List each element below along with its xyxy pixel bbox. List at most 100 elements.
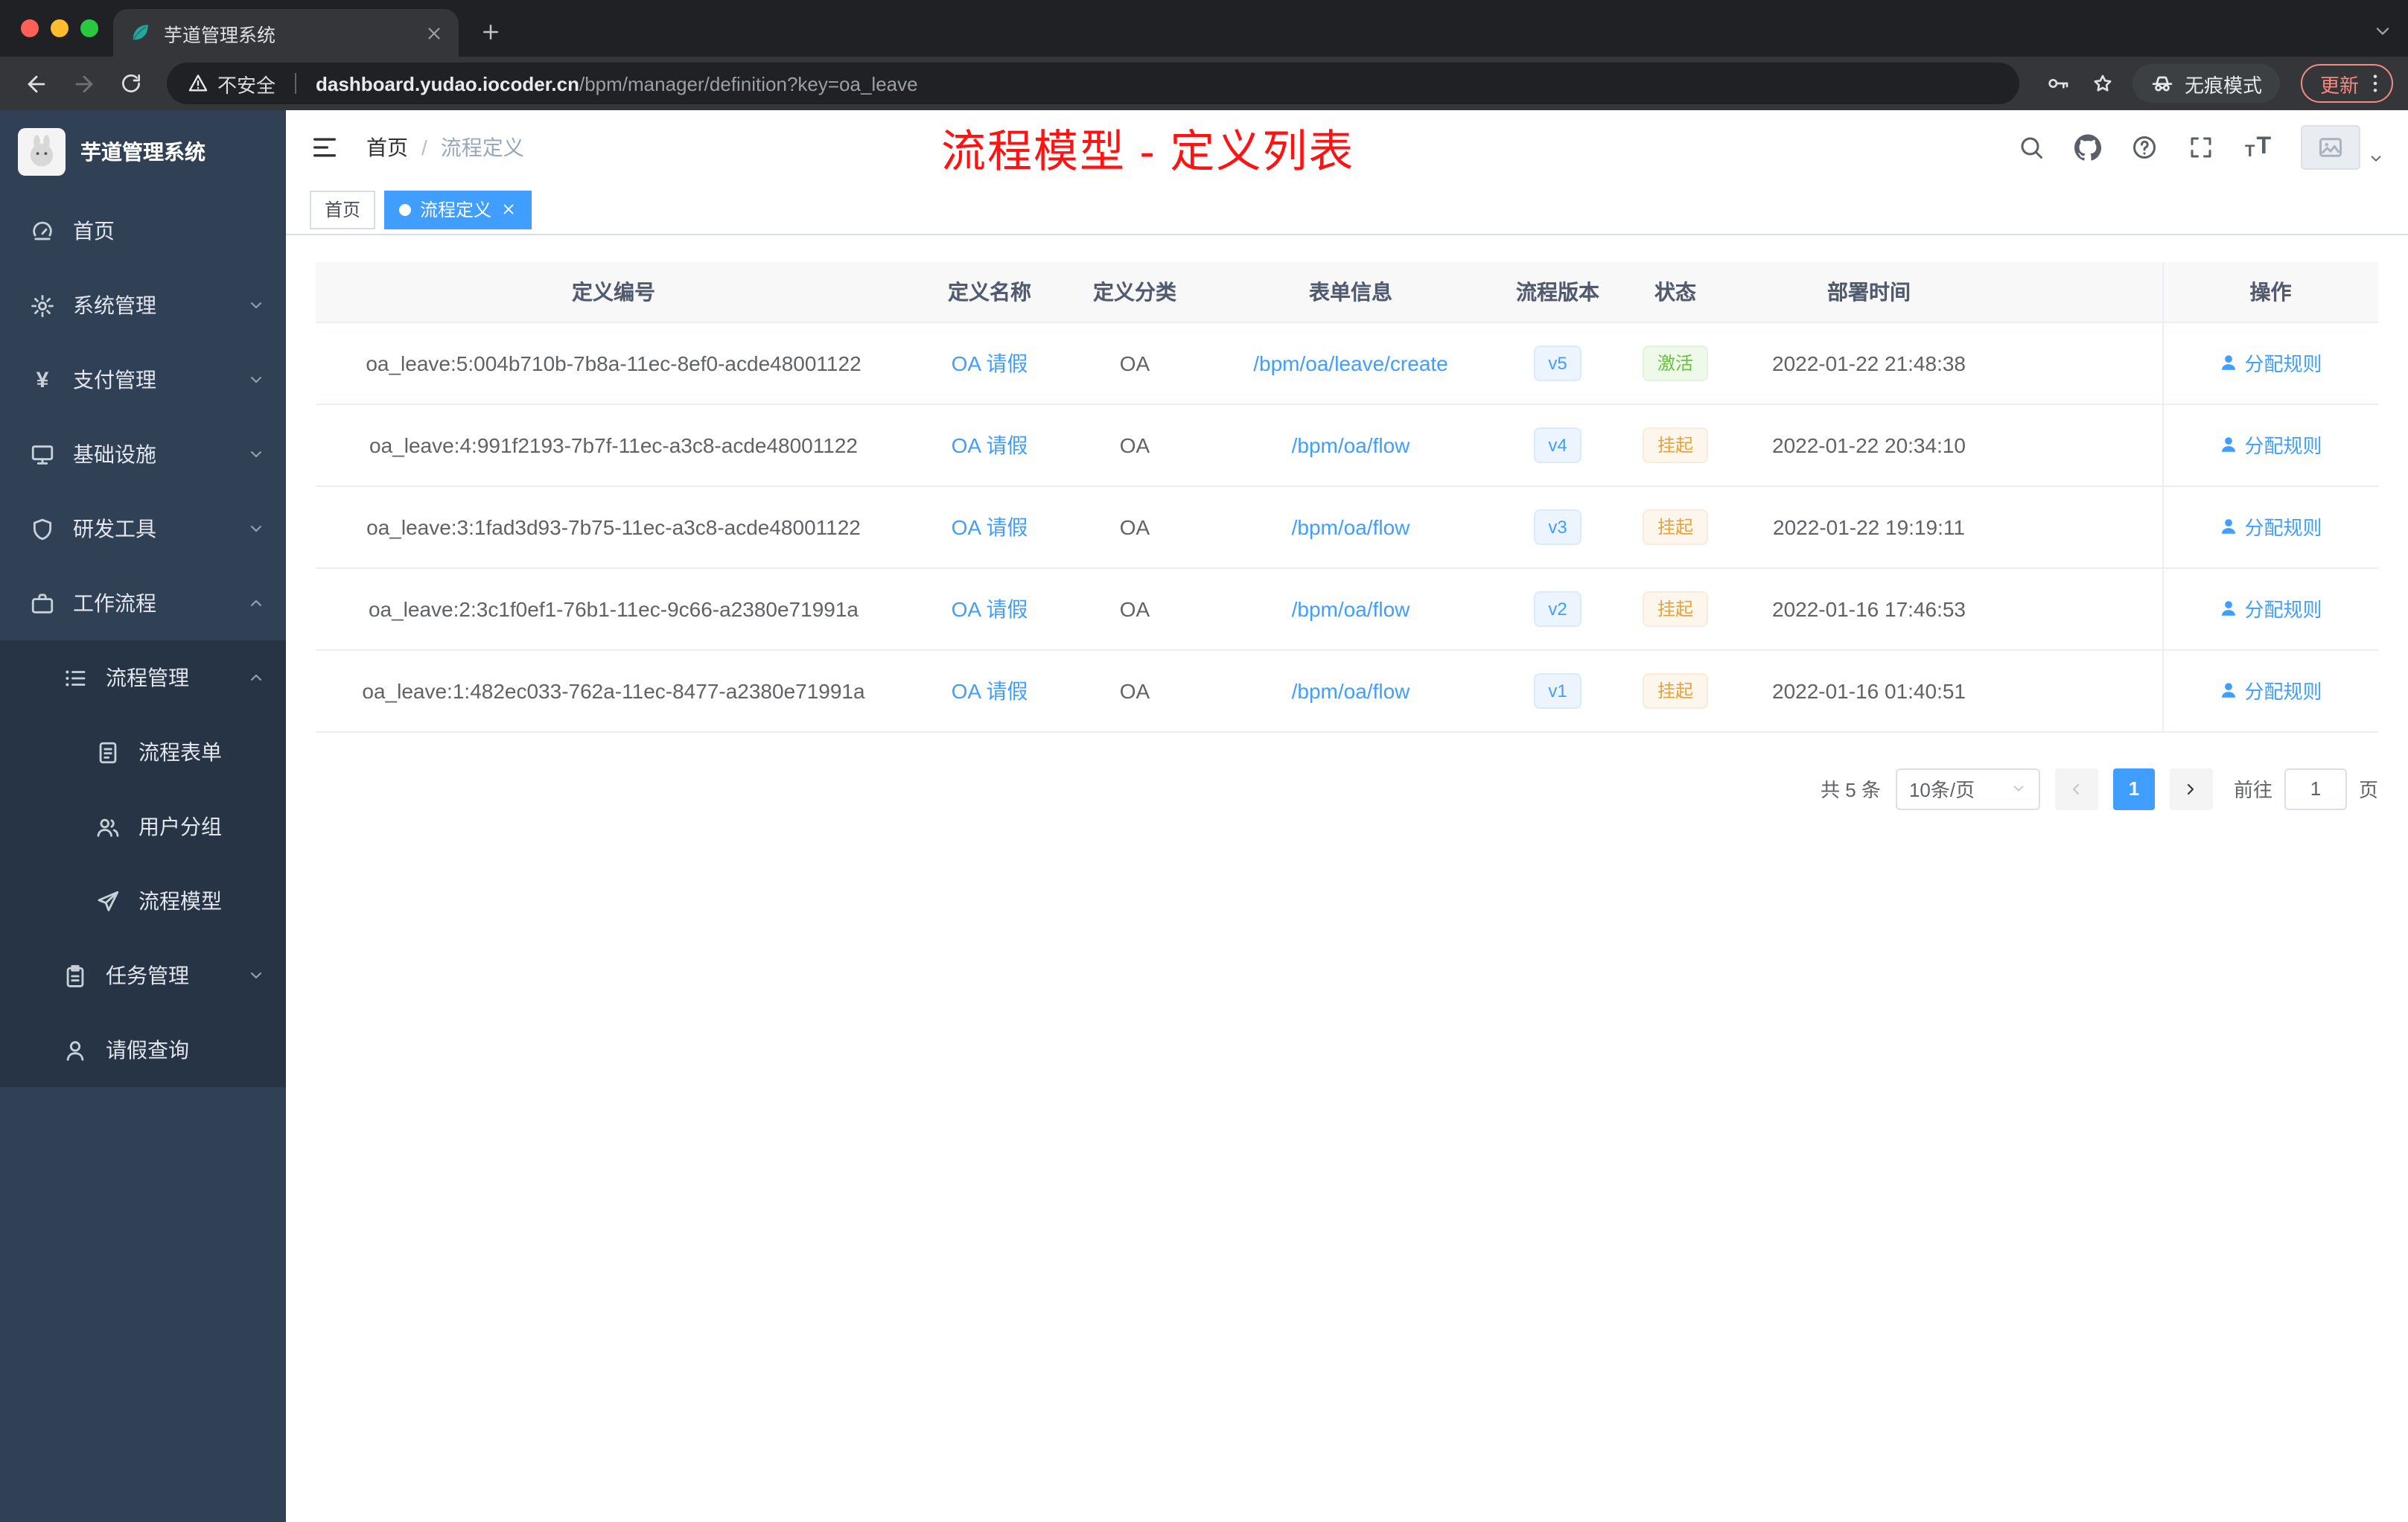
- sidebar-item-label: 请假查询: [106, 1038, 189, 1062]
- bookmark-star-icon[interactable]: [2091, 71, 2115, 95]
- form-info-link[interactable]: /bpm/oa/flow: [1292, 596, 1410, 620]
- goto-label: 前往: [2233, 779, 2272, 801]
- definition-name-link[interactable]: OA 请假: [952, 596, 1028, 620]
- tag-process-definition[interactable]: 流程定义: [384, 190, 532, 229]
- status-tag: 挂起: [1642, 590, 1708, 626]
- definition-table: 定义编号 定义名称 定义分类 表单信息 流程版本 状态 部署时间 操作 oa_l…: [316, 262, 2378, 732]
- font-size-icon[interactable]: TT: [2245, 134, 2271, 161]
- filler-cell: [2003, 404, 2162, 486]
- url-path: /bpm/manager/definition?key=oa_leave: [579, 72, 918, 95]
- minimize-window-button[interactable]: [51, 19, 69, 37]
- version-badge: v3: [1533, 509, 1582, 544]
- sidebar-item-user-group[interactable]: 用户分组: [0, 789, 286, 864]
- definition-name-link[interactable]: OA 请假: [952, 678, 1028, 702]
- sidebar-item-process-management[interactable]: 流程管理: [0, 640, 286, 715]
- col-filler: [2003, 262, 2162, 322]
- reload-icon: [119, 71, 143, 95]
- new-tab-button[interactable]: [471, 12, 509, 51]
- form-info-link[interactable]: /bpm/oa/leave/create: [1253, 351, 1448, 375]
- tag-home[interactable]: 首页: [310, 190, 376, 229]
- definition-category: OA: [1119, 351, 1150, 375]
- close-window-button[interactable]: [21, 19, 39, 37]
- goto-suffix: 页: [2358, 779, 2378, 801]
- app-logo-image: [18, 128, 66, 176]
- chevron-up-icon: [247, 594, 265, 612]
- briefcase-icon: [30, 590, 55, 616]
- sidebar-item-process-model[interactable]: 流程模型: [0, 864, 286, 938]
- tag-label: 首页: [325, 200, 361, 220]
- sidebar-item-process-form[interactable]: 流程表单: [0, 715, 286, 789]
- maximize-window-button[interactable]: [80, 19, 98, 37]
- sidebar-menu: 首页 系统管理 ¥ 支付管理 基础设施 研发工具 工作流程 流程管理 流程表单 …: [0, 194, 286, 1522]
- tab-title: 芋道管理系统: [164, 25, 276, 45]
- users-icon: [95, 814, 121, 839]
- sidebar-item-label: 首页: [73, 219, 115, 243]
- assign-rule-label: 分配规则: [2244, 599, 2322, 621]
- definition-name-link[interactable]: OA 请假: [952, 433, 1028, 456]
- sidebar-item-workflow[interactable]: 工作流程: [0, 566, 286, 640]
- assign-rule-label: 分配规则: [2244, 681, 2322, 703]
- user-avatar[interactable]: [2301, 125, 2384, 170]
- chevron-right-icon: [2182, 780, 2200, 797]
- sidebar-toggle-icon[interactable]: [310, 133, 340, 162]
- key-icon[interactable]: [2046, 71, 2070, 95]
- breadcrumb-separator: /: [421, 136, 427, 159]
- page-size-select[interactable]: 10条/页: [1895, 768, 2040, 809]
- version-badge: v4: [1533, 427, 1582, 462]
- app-logo[interactable]: 芋道管理系统: [0, 110, 286, 194]
- sidebar-item-system-management[interactable]: 系统管理: [0, 268, 286, 343]
- help-icon[interactable]: [2132, 134, 2159, 161]
- prev-page-button[interactable]: [2054, 768, 2098, 809]
- breadcrumb-home[interactable]: 首页: [366, 133, 408, 162]
- github-icon[interactable]: [2075, 134, 2102, 161]
- table-row: oa_leave:2:3c1f0ef1-76b1-11ec-9c66-a2380…: [316, 567, 2378, 650]
- address-bar[interactable]: 不安全 dashboard.yudao.iocoder.cn/bpm/manag…: [167, 63, 2019, 104]
- next-page-button[interactable]: [2169, 768, 2213, 809]
- close-icon[interactable]: [500, 201, 517, 217]
- chevron-down-icon: [247, 445, 265, 463]
- sidebar-item-label: 流程管理: [106, 666, 189, 690]
- security-label[interactable]: 不安全: [217, 69, 275, 98]
- update-button[interactable]: 更新: [2300, 64, 2393, 103]
- assign-rule-link[interactable]: 分配规则: [2219, 430, 2322, 459]
- form-info-link[interactable]: /bpm/oa/flow: [1292, 433, 1410, 456]
- status-tag: 挂起: [1642, 427, 1708, 462]
- total-count: 共 5 条: [1821, 779, 1881, 801]
- form-info-link[interactable]: /bpm/oa/flow: [1292, 678, 1410, 702]
- sidebar-item-home[interactable]: 首页: [0, 194, 286, 268]
- tags-view: 首页 流程定义: [286, 185, 2408, 235]
- definition-name-link[interactable]: OA 请假: [952, 351, 1028, 375]
- sidebar-item-infrastructure[interactable]: 基础设施: [0, 417, 286, 491]
- table-header-row: 定义编号 定义名称 定义分类 表单信息 流程版本 状态 部署时间 操作: [316, 262, 2378, 322]
- sidebar-item-task-management[interactable]: 任务管理: [0, 938, 286, 1013]
- browser-tab[interactable]: 芋道管理系统: [113, 9, 459, 57]
- fullscreen-icon[interactable]: [2188, 134, 2215, 161]
- definition-name-link[interactable]: OA 请假: [952, 515, 1028, 538]
- goto-page-input[interactable]: [2284, 768, 2347, 809]
- reload-button[interactable]: [110, 63, 152, 104]
- form-info-link[interactable]: /bpm/oa/flow: [1292, 515, 1410, 538]
- search-icon[interactable]: [2019, 134, 2045, 161]
- chevron-down-icon: [2010, 780, 2027, 797]
- deploy-time: 2022-01-22 21:48:38: [1772, 351, 1966, 375]
- tab-close-icon[interactable]: [424, 23, 444, 42]
- workflow-submenu: 流程管理 流程表单 用户分组 流程模型 任务管理 请假查询: [0, 640, 286, 1087]
- definition-category: OA: [1119, 596, 1150, 620]
- sidebar-item-payment-management[interactable]: ¥ 支付管理: [0, 343, 286, 417]
- sidebar-item-label: 任务管理: [106, 964, 189, 987]
- assign-rule-link[interactable]: 分配规则: [2219, 512, 2322, 541]
- pagination: 共 5 条 10条/页 1 前往 页: [316, 768, 2378, 809]
- back-button[interactable]: [15, 63, 57, 104]
- assign-rule-link[interactable]: 分配规则: [2219, 348, 2322, 377]
- sidebar-item-dev-tools[interactable]: 研发工具: [0, 491, 286, 566]
- toolbar-icons: [2046, 71, 2115, 95]
- sidebar-item-leave-query[interactable]: 请假查询: [0, 1013, 286, 1087]
- security-warning-icon[interactable]: [188, 73, 208, 94]
- kebab-menu-icon[interactable]: [2363, 71, 2387, 95]
- assign-rule-link[interactable]: 分配规则: [2219, 676, 2322, 704]
- paper-plane-icon: [95, 888, 121, 914]
- assign-rule-link[interactable]: 分配规则: [2219, 594, 2322, 623]
- forward-button[interactable]: [63, 63, 104, 104]
- tab-search-button[interactable]: [2372, 21, 2393, 42]
- current-page-button[interactable]: 1: [2112, 768, 2155, 809]
